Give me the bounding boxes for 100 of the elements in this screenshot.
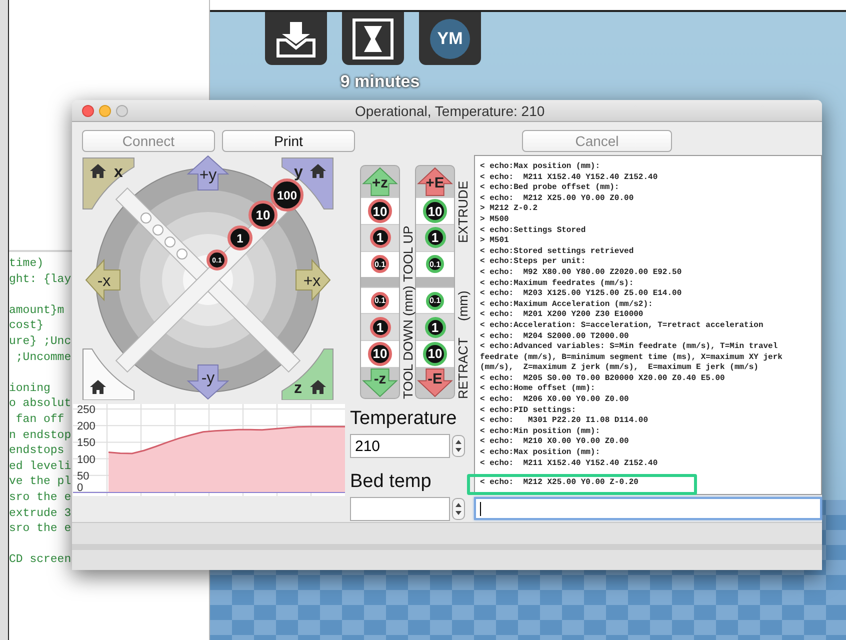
console-line: < echo: M205 S0.00 T0.00 B20000 X20.00 Z0.40 E5.00	[480, 374, 725, 384]
home-button[interactable]: z	[282, 348, 334, 400]
console-line: < echo:Acceleration: S=acceleration, T=retract acceleration	[480, 320, 764, 332]
jog-arrow-button[interactable]: +E	[417, 167, 453, 196]
field-label: Bed temp	[350, 470, 432, 494]
axis-tick-label: 50	[77, 470, 90, 482]
step-button[interactable]: 10	[368, 342, 392, 366]
console-line: < echo:Steps per unit:	[480, 257, 586, 268]
jog-arrow-button[interactable]: +y	[186, 155, 230, 190]
stepper-button[interactable]	[452, 498, 465, 520]
step-button[interactable]: 10	[423, 199, 447, 224]
step-button[interactable]: 0.1	[371, 292, 389, 310]
separator-bar	[361, 277, 399, 287]
step-button[interactable]: 10	[368, 199, 392, 224]
jog-arrow-button[interactable]: -y	[186, 364, 230, 400]
code-line: sro the e	[9, 521, 72, 537]
code-line: time)	[9, 256, 44, 272]
console-line: < echo: M203 X125.00 Y125.00 Z5.00 E14.00	[480, 289, 682, 300]
console-line: < echo:Maximum Acceleration (mm/s2):	[480, 300, 653, 310]
axis-tick-label: 150	[77, 437, 96, 450]
profile-button[interactable]: YM	[419, 12, 481, 65]
step-button[interactable]: 1	[424, 316, 446, 338]
console-line: < echo:Home offset (mm):	[480, 384, 596, 395]
console-line: < echo:Bed probe offset (mm):	[480, 183, 620, 194]
console-line: < echo: M301 P22.20 I1.08 D114.00	[480, 416, 648, 427]
console-line: < echo:Max position (mm):	[480, 162, 600, 173]
console-line: < echo:Max position (mm):	[480, 448, 600, 459]
console-line: < echo: M212 X25.00 Y0.00 Z-0.20	[480, 478, 638, 489]
window-title: Operational, Temperature: 210	[355, 102, 545, 118]
code-line: amount}m	[9, 302, 64, 318]
console-line: > M501	[480, 236, 509, 247]
jog-arrow-button[interactable]: +x	[296, 258, 331, 302]
console-line: < echo: M201 X200 Y200 Z30 E10000	[480, 310, 644, 321]
axis-tick-label: 0	[77, 482, 84, 494]
hourglass-icon	[352, 18, 394, 60]
step-button[interactable]: 1	[370, 316, 390, 338]
toolbar-button[interactable]	[342, 12, 404, 65]
close-button[interactable]	[82, 104, 94, 116]
console-line: < echo:Min position (mm):	[480, 426, 600, 437]
home-icon	[90, 380, 106, 394]
code-line: cost}	[9, 318, 44, 334]
stepper-arrows-icon	[455, 439, 462, 453]
bed-temp-field[interactable]	[350, 497, 450, 521]
step-button[interactable]: 0.1	[426, 292, 444, 310]
code-line: ioning	[9, 380, 50, 396]
toolbar-button[interactable]: Print	[222, 130, 355, 152]
code-line: ;Uncomme	[14, 350, 72, 366]
console-line: < echo:PID settings:	[480, 406, 576, 416]
toolbar-button[interactable]	[265, 12, 327, 65]
console-line: < echo: M211 X152.40 Y152.40 Z152.40	[480, 172, 658, 183]
console-line: < echo: M204 S2000.00 T2000.00	[480, 332, 629, 342]
code-line: fan off	[14, 412, 64, 428]
home-icon	[310, 380, 326, 394]
code-line: n endstop	[9, 428, 72, 444]
console-line: > M500	[480, 214, 509, 226]
step-button[interactable]: 1	[228, 226, 252, 250]
axis-tick-label: 200	[77, 420, 96, 433]
home-icon	[90, 164, 106, 178]
code-line: ve the pl	[9, 474, 72, 490]
console-line: < echo:Stored settings retrieved	[480, 246, 634, 257]
axis-tick-label: 250	[77, 404, 96, 416]
console-line: feedrate (mm/s), B=minimum segment time (ms), X=maximum XY jerk	[480, 352, 782, 363]
jog-arrow-button[interactable]: +z	[362, 167, 398, 196]
axis-label: TOOL DOWN (mm)	[401, 284, 415, 399]
jog-arrow-button[interactable]: -z	[362, 368, 398, 397]
console-line: < echo: M92 X80.00 Y80.00 Z2020.00 E92.50	[480, 268, 682, 279]
stepper-button[interactable]	[452, 435, 465, 457]
code-line: o absolut	[9, 396, 72, 412]
axis-label: TOOL UP	[401, 224, 415, 282]
console-line: < echo: M206 X0.00 Y0.00 Z0.00	[480, 395, 629, 406]
console-line: < echo: M212 X25.00 Y0.00 Z0.00	[480, 194, 634, 204]
step-button[interactable]: 1	[424, 227, 446, 248]
jog-arrow-button[interactable]: -x	[85, 258, 120, 302]
code-line: ed leveli	[9, 458, 72, 474]
tray-icon	[276, 20, 316, 58]
stepper-arrows-icon	[455, 502, 462, 516]
field-label: Temperature	[350, 407, 457, 431]
print-estimate: 9 minutes	[340, 72, 420, 91]
step-button[interactable]: 10	[423, 342, 447, 366]
dot-row-drawing	[140, 212, 188, 260]
code-line: ght: {lay	[9, 272, 72, 288]
code-line: ure} ;Unc	[9, 334, 72, 350]
console-line: < echo: M210 X0.00 Y0.00 Z0.00	[480, 437, 629, 448]
code-line: endstops	[9, 443, 64, 459]
step-button[interactable]: 1	[370, 227, 390, 248]
axis-tick-label: 100	[77, 454, 96, 466]
separator-bar	[416, 277, 454, 287]
step-button[interactable]: 0.1	[426, 255, 444, 274]
home-button[interactable]: x	[82, 158, 134, 210]
temperature-field[interactable]: 210	[350, 434, 450, 458]
axis-label: EXTRUDE	[456, 180, 470, 243]
code-line: CD screen	[9, 552, 72, 568]
home-button[interactable]	[82, 348, 134, 400]
console-line: < echo:Maximum feedrates (mm/s):	[480, 278, 634, 289]
step-button[interactable]: 0.1	[371, 255, 389, 274]
jog-arrow-button[interactable]: -E	[417, 368, 453, 397]
console-line: < echo: M211 X152.40 Y152.40 Z152.40	[480, 458, 658, 470]
command-field[interactable]	[474, 497, 822, 520]
console-line: < echo:Settings Stored	[480, 226, 586, 236]
console-line: (mm/s), Z=maximum Z jerk (mm/s), E=maximum E jerk (mm/s)	[480, 363, 758, 374]
